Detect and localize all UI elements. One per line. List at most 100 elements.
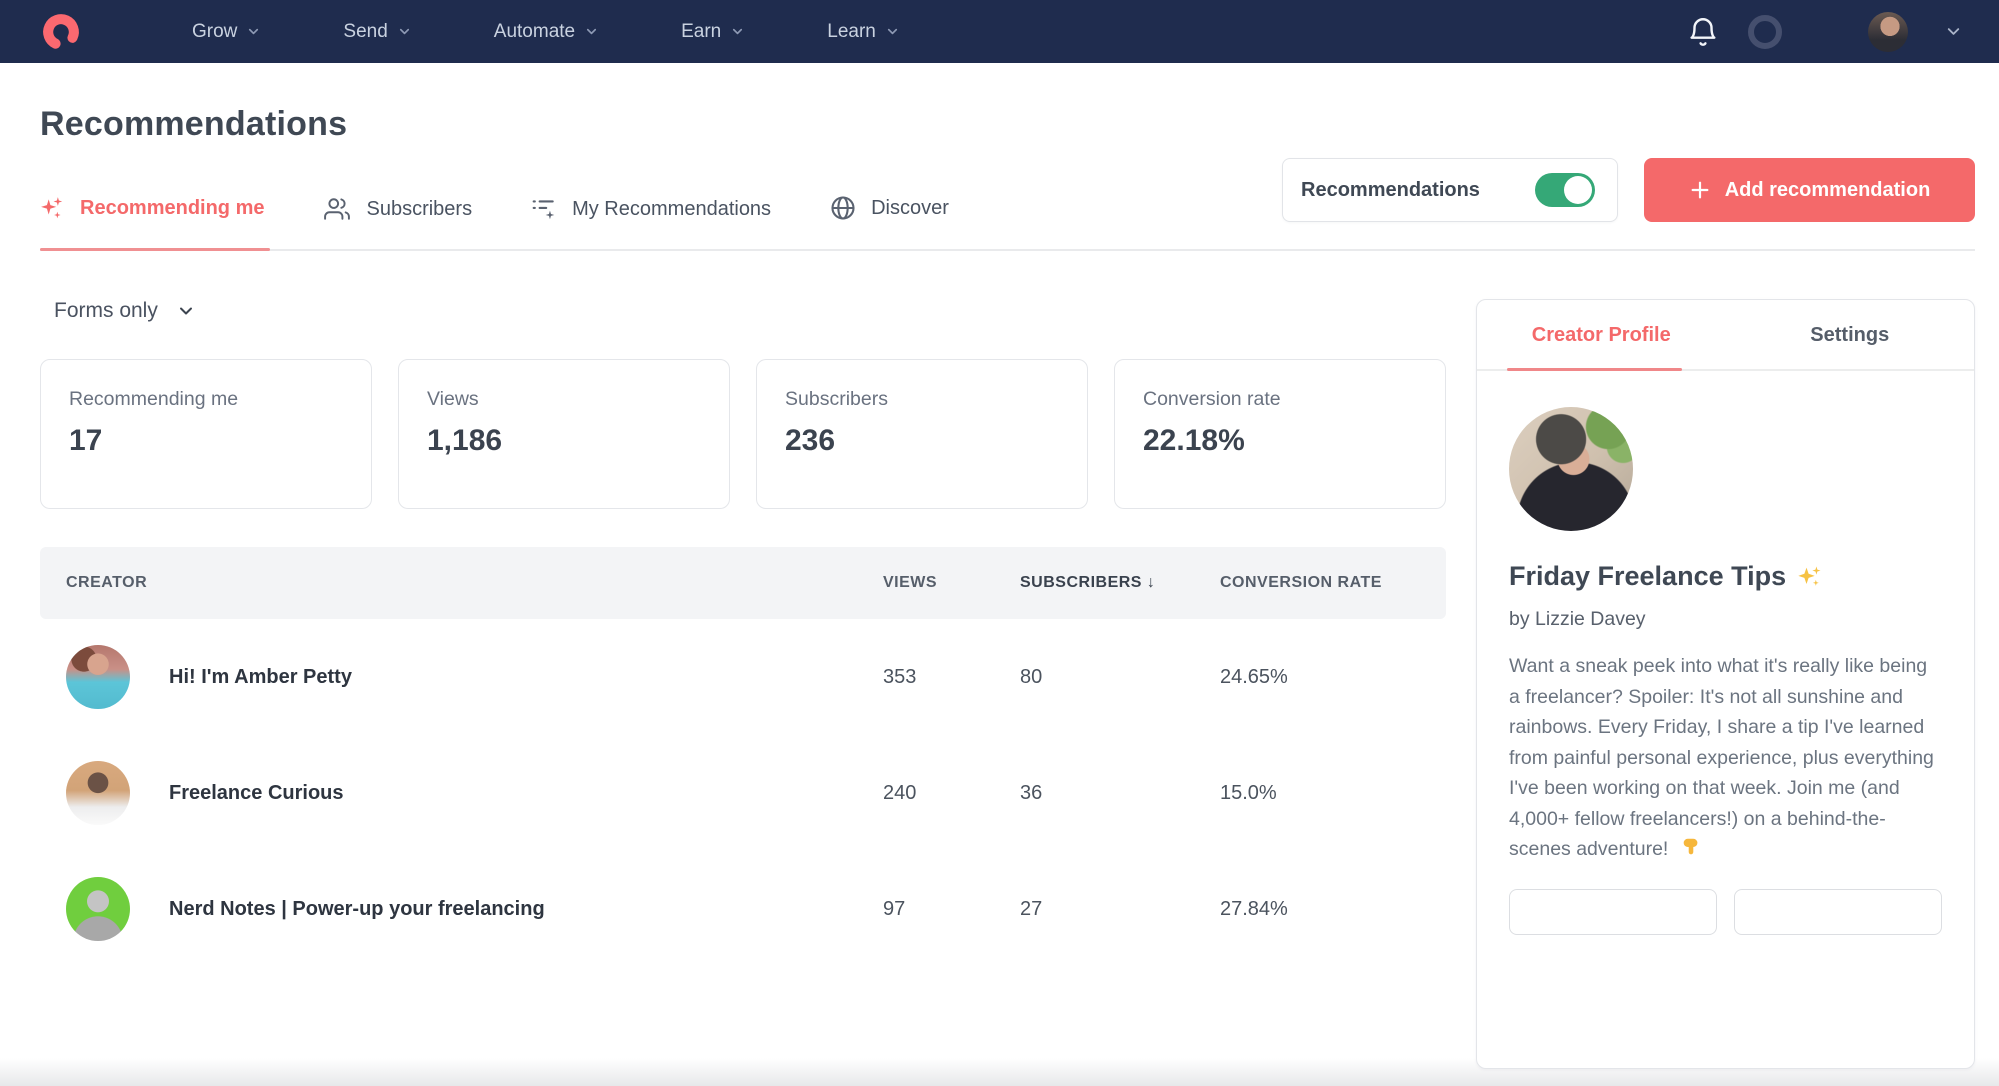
tab-label: My Recommendations bbox=[572, 197, 772, 220]
sort-descending-arrow: ↓ bbox=[1146, 574, 1156, 591]
creator-byline: by Lizzie Davey bbox=[1509, 608, 1646, 630]
account-chevron-down-icon[interactable] bbox=[1944, 22, 1963, 41]
tab-label: Subscribers bbox=[366, 197, 473, 220]
chevron-down-icon bbox=[399, 28, 409, 35]
views-value: 353 bbox=[883, 665, 917, 688]
stat-label: Recommending me bbox=[69, 388, 239, 410]
creator-avatar bbox=[66, 645, 130, 709]
panel-tab-bar: Creator Profile Settings bbox=[1477, 300, 1974, 371]
stat-label: Views bbox=[427, 388, 479, 410]
nav-item-label: Learn bbox=[827, 20, 876, 42]
status-ring-icon[interactable] bbox=[1748, 14, 1782, 49]
recommendations-toggle-card: Recommendations bbox=[1282, 158, 1618, 222]
table-row[interactable]: Hi! I'm Amber Petty 353 80 24.65% bbox=[40, 619, 1446, 735]
creator-description-text: Want a sneak peek into what it's really … bbox=[1509, 655, 1934, 860]
nav-item-label: Earn bbox=[681, 20, 722, 42]
nav-menu: Grow Send Automate Earn Learn bbox=[192, 21, 1686, 43]
conversion-rate-value: 15.0% bbox=[1220, 781, 1277, 804]
stat-label: Conversion rate bbox=[1143, 388, 1281, 410]
panel-actions bbox=[1509, 888, 1942, 935]
nav-right bbox=[1686, 11, 1963, 52]
pointing-down-emoji bbox=[1683, 838, 1698, 855]
creator-avatar bbox=[66, 877, 130, 941]
stat-card-subscribers: Subscribers 236 bbox=[756, 359, 1088, 509]
creator-profile-panel: Creator Profile Settings Friday Freelanc… bbox=[1476, 299, 1975, 1069]
tab-settings[interactable]: Settings bbox=[1726, 300, 1975, 369]
plus-icon bbox=[1691, 181, 1709, 199]
table-header-row: CREATOR VIEWS SUBSCRIBERS ↓ CONVERSION R… bbox=[40, 547, 1446, 619]
filter-value: Forms only bbox=[54, 299, 158, 322]
page-title: Recommendations bbox=[40, 105, 348, 143]
creator-name: Freelance Curious bbox=[169, 781, 344, 804]
stat-label: Subscribers bbox=[785, 388, 888, 410]
nav-item-label: Automate bbox=[493, 20, 576, 42]
notifications-bell-icon[interactable] bbox=[1686, 14, 1720, 50]
nav-item-automate[interactable]: Automate bbox=[494, 21, 599, 43]
forms-only-dropdown[interactable]: Forms only bbox=[54, 299, 196, 323]
table-row[interactable]: Freelance Curious 240 36 15.0% bbox=[40, 735, 1446, 851]
column-header-subscribers[interactable]: SUBSCRIBERS ↓ bbox=[1020, 574, 1220, 592]
creator-description: Want a sneak peek into what it's really … bbox=[1509, 651, 1942, 865]
recommending-me-section: Forms only Recommending me 17 Views 1,18… bbox=[40, 251, 1446, 967]
chevron-down-icon bbox=[887, 28, 897, 35]
main-content: Recommendations Recommending me Subscrib… bbox=[0, 105, 1999, 1069]
creator-name: Nerd Notes | Power-up your freelancing bbox=[169, 897, 545, 920]
tab-recommending-me[interactable]: Recommending me bbox=[40, 180, 271, 251]
stat-card-conversion-rate: Conversion rate 22.18% bbox=[1114, 359, 1446, 509]
creator-avatar bbox=[66, 761, 130, 825]
tab-discover[interactable]: Discover bbox=[829, 180, 955, 249]
tab-my-recommendations[interactable]: My Recommendations bbox=[530, 182, 777, 249]
tab-bar: Recommending me Subscribers My Recommend… bbox=[40, 158, 1975, 251]
users-icon bbox=[324, 198, 351, 220]
creator-profile-title: Friday Freelance Tips bbox=[1509, 561, 1942, 592]
creator-name: Hi! I'm Amber Petty bbox=[169, 665, 352, 688]
globe-icon bbox=[831, 196, 855, 220]
column-header-conversion-rate[interactable]: CONVERSION RATE bbox=[1220, 574, 1420, 592]
nav-item-label: Send bbox=[343, 20, 388, 42]
stat-value: 22.18% bbox=[1143, 424, 1245, 457]
stat-card-views: Views 1,186 bbox=[398, 359, 730, 509]
recommendations-toggle-switch[interactable] bbox=[1535, 173, 1595, 207]
creator-profile-title-text: Friday Freelance Tips bbox=[1509, 561, 1787, 591]
views-value: 240 bbox=[883, 781, 917, 804]
stat-value: 236 bbox=[785, 424, 836, 457]
views-value: 97 bbox=[883, 897, 906, 920]
nav-item-earn[interactable]: Earn bbox=[681, 21, 745, 43]
column-header-creator: CREATOR bbox=[66, 574, 148, 591]
tab-creator-profile[interactable]: Creator Profile bbox=[1477, 300, 1726, 371]
column-header-views[interactable]: VIEWS bbox=[883, 574, 1020, 592]
stats-row: Recommending me 17 Views 1,186 Subscribe… bbox=[40, 359, 1446, 509]
stat-card-recommending-me: Recommending me 17 bbox=[40, 359, 372, 509]
nav-item-label: Grow bbox=[192, 20, 238, 42]
add-recommendation-label: Add recommendation bbox=[1724, 178, 1931, 201]
table-row[interactable]: Nerd Notes | Power-up your freelancing 9… bbox=[40, 851, 1446, 967]
nav-item-grow[interactable]: Grow bbox=[192, 21, 261, 43]
sparkles-emoji bbox=[1798, 566, 1821, 586]
chevron-down-icon bbox=[249, 28, 259, 35]
stat-value: 17 bbox=[69, 424, 103, 457]
sparkles-icon bbox=[41, 197, 63, 219]
chevron-down-icon bbox=[733, 28, 743, 35]
add-recommendation-button[interactable]: Add recommendation bbox=[1644, 158, 1975, 222]
convertkit-logo-icon[interactable] bbox=[36, 10, 92, 54]
user-avatar[interactable] bbox=[1868, 11, 1908, 52]
creator-profile-avatar bbox=[1509, 407, 1633, 531]
top-nav: Grow Send Automate Earn Learn bbox=[0, 0, 1999, 63]
list-sparkle-icon bbox=[532, 200, 555, 220]
column-header-label: SUBSCRIBERS bbox=[1020, 574, 1142, 591]
creators-table: CREATOR VIEWS SUBSCRIBERS ↓ CONVERSION R… bbox=[40, 547, 1446, 967]
chevron-down-icon bbox=[179, 307, 192, 315]
subscribers-value: 80 bbox=[1020, 665, 1043, 688]
panel-action-button[interactable] bbox=[1509, 888, 1717, 935]
tab-subscribers[interactable]: Subscribers bbox=[322, 182, 478, 249]
tab-label: Recommending me bbox=[80, 196, 265, 219]
subscribers-value: 27 bbox=[1020, 897, 1043, 920]
stat-value: 1,186 bbox=[427, 424, 503, 457]
nav-item-learn[interactable]: Learn bbox=[827, 21, 900, 43]
conversion-rate-value: 24.65% bbox=[1220, 665, 1288, 688]
conversion-rate-value: 27.84% bbox=[1220, 897, 1288, 920]
toggle-label: Recommendations bbox=[1301, 178, 1480, 201]
nav-item-send[interactable]: Send bbox=[343, 21, 411, 43]
tab-label: Discover bbox=[871, 196, 949, 219]
panel-action-button[interactable] bbox=[1734, 888, 1942, 935]
